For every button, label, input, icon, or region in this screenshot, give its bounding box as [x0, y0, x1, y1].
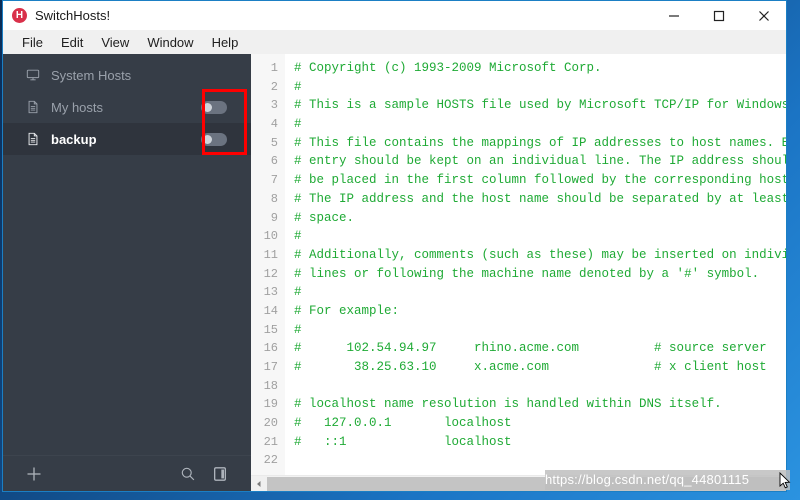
menu-bar: File Edit View Window Help — [3, 30, 786, 54]
sidebar-item-label: backup — [51, 131, 97, 147]
code-line: # ::1 localhost — [294, 434, 512, 449]
code-line: # 38.25.63.10 x.acme.com # x client host — [294, 360, 767, 374]
line-number: 14 — [263, 303, 278, 318]
host-enable-toggle[interactable] — [201, 132, 227, 146]
sidebar-item-label: My hosts — [51, 99, 104, 115]
code-line: # lines or following the machine name de… — [294, 266, 760, 281]
editor-scroll-area: 1 2 3 4 5 6 7 8 9 10 11 12 13 14 15 16 17 18 19 20 21 22 # Co… — [251, 54, 786, 475]
hosts-sidebar: System Hosts My hosts backup — [3, 54, 251, 491]
sidebar-item-label: System Hosts — [51, 67, 132, 83]
switchhosts-window: H SwitchHosts! File Edit View Window Hel… — [2, 0, 787, 492]
code-line: # — [294, 322, 302, 337]
sidebar-item-system-hosts[interactable]: System Hosts — [3, 59, 251, 91]
code-content[interactable]: # Copyright (c) 1993-2009 Microsoft Corp… — [285, 54, 786, 475]
code-line: # be placed in the first column followed… — [294, 173, 786, 188]
code-line: # — [294, 229, 302, 244]
code-line: # entry should be kept on an individual … — [294, 154, 786, 169]
close-button[interactable] — [741, 1, 786, 30]
code-line: # Copyright (c) 1993-2009 Microsoft Corp… — [294, 61, 602, 75]
line-number: 19 — [263, 397, 278, 412]
sidebar-item-backup[interactable]: backup — [3, 123, 251, 155]
menu-file[interactable]: File — [13, 33, 52, 52]
line-number: 8 — [270, 191, 278, 206]
code-line: # 127.0.0.1 localhost — [294, 416, 512, 431]
code-line: # For example: — [294, 303, 400, 318]
code-line: # localhost name resolution is handled w… — [294, 397, 722, 412]
code-line: # Additionally, comments (such as these)… — [294, 247, 786, 262]
line-number: 2 — [270, 79, 278, 94]
line-number: 6 — [270, 154, 278, 169]
toggle-knob — [203, 134, 212, 144]
line-number: 12 — [263, 266, 278, 281]
sidebar-toolbar — [3, 455, 251, 491]
menu-help[interactable]: Help — [203, 33, 248, 52]
mouse-cursor-icon — [779, 472, 791, 489]
scroll-left-arrow-icon[interactable] — [251, 475, 267, 491]
toggle-panel-button[interactable] — [207, 461, 233, 487]
line-number: 22 — [263, 453, 278, 468]
line-number-gutter: 1 2 3 4 5 6 7 8 9 10 11 12 13 14 15 16 17 18 19 20 21 22 — [251, 54, 285, 475]
maximize-button[interactable] — [696, 1, 741, 30]
line-number: 18 — [263, 378, 278, 393]
line-number: 7 — [270, 173, 278, 188]
minimize-button[interactable] — [651, 1, 696, 30]
search-button[interactable] — [175, 461, 201, 487]
document-icon — [25, 131, 41, 147]
page-watermark: https://blog.csdn.net/qq_44801115 — [545, 470, 790, 490]
minimize-icon — [668, 14, 679, 17]
line-number: 4 — [270, 117, 278, 132]
document-icon — [25, 99, 41, 115]
code-line: # — [294, 285, 302, 300]
maximize-icon — [713, 10, 724, 21]
code-line: # This is a sample HOSTS file used by Mi… — [294, 98, 786, 113]
app-logo-icon: H — [12, 8, 27, 23]
title-bar: H SwitchHosts! — [3, 1, 786, 30]
line-number: 13 — [263, 285, 278, 300]
line-number: 21 — [263, 434, 278, 449]
line-number: 17 — [263, 360, 278, 374]
line-number: 1 — [270, 61, 278, 75]
add-host-button[interactable] — [19, 459, 49, 489]
menu-view[interactable]: View — [92, 33, 138, 52]
sidebar-item-my-hosts[interactable]: My hosts — [3, 91, 251, 123]
line-number: 16 — [263, 341, 278, 356]
search-icon — [181, 467, 195, 480]
toggle-panel-icon — [214, 466, 226, 481]
code-line: # space. — [294, 210, 355, 225]
menu-edit[interactable]: Edit — [52, 33, 92, 52]
hosts-list: System Hosts My hosts backup — [3, 54, 251, 455]
code-line: # — [294, 79, 302, 94]
plus-icon — [27, 467, 41, 480]
line-number: 3 — [270, 98, 278, 113]
line-number: 10 — [263, 229, 278, 244]
code-line: # 102.54.94.97 rhino.acme.com # source s… — [294, 341, 767, 356]
code-line: # The IP address and the host name shoul… — [294, 191, 786, 206]
monitor-icon — [25, 67, 41, 83]
close-icon — [758, 10, 769, 21]
hosts-editor: 1 2 3 4 5 6 7 8 9 10 11 12 13 14 15 16 17 18 19 20 21 22 # Co… — [251, 54, 786, 491]
line-number: 9 — [270, 210, 278, 225]
line-number: 20 — [263, 416, 278, 431]
menu-window[interactable]: Window — [138, 33, 202, 52]
code-line: # This file contains the mappings of IP … — [294, 135, 786, 150]
window-body: System Hosts My hosts backup 1 2 3 4 5 6… — [3, 54, 786, 491]
window-title: SwitchHosts! — [35, 8, 111, 23]
line-number: 15 — [263, 322, 278, 337]
code-line: # — [294, 117, 302, 132]
line-number: 5 — [270, 135, 278, 150]
line-number: 11 — [263, 247, 278, 262]
toggle-knob — [203, 102, 212, 112]
host-enable-toggle[interactable] — [201, 100, 227, 114]
